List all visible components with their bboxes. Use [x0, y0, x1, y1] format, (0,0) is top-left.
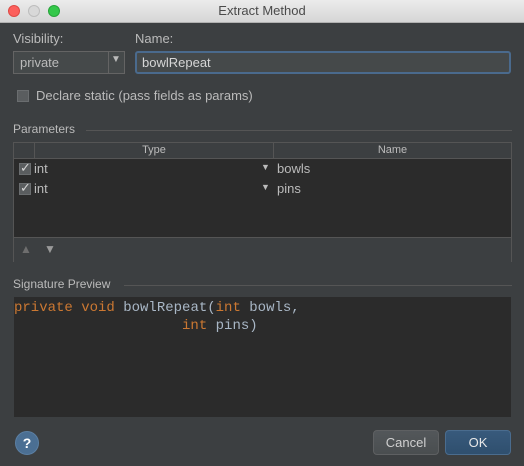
window-title: Extract Method: [218, 3, 306, 18]
signature-line-2: int pins): [14, 317, 258, 335]
help-button[interactable]: ?: [15, 431, 39, 455]
declare-static-label: Declare static (pass fields as params): [36, 88, 253, 103]
type-dropdown-icon[interactable]: ▼: [261, 162, 270, 172]
signature-line-1: private void bowlRepeat(int bowls,: [14, 299, 300, 317]
param-name[interactable]: bowls: [277, 161, 310, 176]
visibility-select[interactable]: private ▼: [13, 51, 125, 74]
move-up-icon[interactable]: ▲: [20, 242, 32, 256]
move-down-icon[interactable]: ▼: [44, 242, 56, 256]
chevron-down-icon: ▼: [111, 54, 121, 65]
table-header: Type Name: [14, 143, 511, 159]
name-label: Name:: [135, 31, 174, 46]
param-checkbox[interactable]: ✓: [19, 180, 31, 195]
type-dropdown-icon[interactable]: ▼: [261, 182, 270, 192]
parameters-table: Type Name ✓ int ▼ bowls ✓ int ▼ pins ▲ ▼: [13, 142, 512, 262]
signature-indent: [14, 318, 182, 334]
signature-method: bowlRepeat(: [114, 300, 216, 316]
param-name[interactable]: pins: [277, 181, 301, 196]
parameters-separator: [86, 130, 512, 131]
visibility-value: private: [20, 55, 60, 70]
declare-static-checkbox[interactable]: [17, 90, 29, 102]
param-type[interactable]: int: [34, 181, 48, 196]
table-row[interactable]: ✓ int ▼ bowls: [14, 159, 511, 179]
param-type-keyword: int: [182, 318, 208, 334]
table-row[interactable]: ✓ int ▼ pins: [14, 179, 511, 199]
name-column-header[interactable]: Name: [274, 144, 511, 156]
checkmark-icon: ✓: [20, 160, 31, 175]
param-name-text: bowls,: [240, 300, 300, 316]
param-type[interactable]: int: [34, 161, 48, 176]
ok-button[interactable]: OK: [445, 430, 511, 455]
checkmark-icon: ✓: [20, 180, 31, 195]
type-column-header[interactable]: Type: [35, 144, 273, 156]
signature-separator: [124, 285, 512, 286]
cancel-button[interactable]: Cancel: [373, 430, 439, 455]
param-checkbox[interactable]: ✓: [19, 160, 31, 175]
signature-preview: private void bowlRepeat(int bowls, int p…: [13, 296, 512, 418]
param-name-text: pins): [207, 318, 258, 334]
table-toolbar: ▲ ▼: [14, 237, 511, 262]
method-name-input[interactable]: [142, 54, 502, 71]
signature-section-label: Signature Preview: [13, 277, 111, 291]
parameters-section-label: Parameters: [13, 122, 76, 136]
title-bar: Extract Method: [0, 0, 524, 23]
param-type-keyword: int: [215, 300, 241, 316]
visibility-label: Visibility:: [13, 31, 64, 46]
signature-modifiers: private void: [14, 300, 115, 316]
method-name-field[interactable]: [135, 51, 511, 74]
select-divider: [108, 52, 109, 73]
